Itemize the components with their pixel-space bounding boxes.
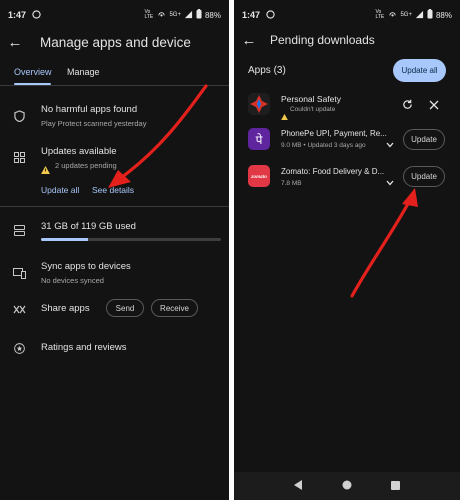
nav-recents-icon[interactable] xyxy=(391,477,401,495)
sync-row[interactable]: Sync apps to devices No devices synced xyxy=(0,258,229,288)
pending-downloads-screen: 1:47 Vo LTE 5G+ 88% ← Pending downloads … xyxy=(234,0,460,500)
play-protect-row[interactable]: No harmful apps found Play Protect scann… xyxy=(0,100,229,132)
storage-bar-fill xyxy=(41,238,88,241)
manage-apps-screen: 1:47 Vo LTE 5G+ 88% ← Manage apps and de… xyxy=(0,0,229,500)
app-bar: ← Pending downloads xyxy=(234,28,460,52)
page-title: Manage apps and device xyxy=(40,34,191,50)
back-arrow-icon[interactable]: ← xyxy=(234,32,264,49)
phonepe-logo-text: पे xyxy=(255,132,263,147)
retry-icon[interactable] xyxy=(402,97,413,115)
app-row-phonepe[interactable]: पे PhonePe UPI, Payment, Re... 9.0 MB • … xyxy=(234,125,460,153)
network-type: 5G+ xyxy=(400,12,412,18)
storage-icon xyxy=(12,223,26,237)
share-apps-icon xyxy=(12,302,26,316)
battery-percent: 88% xyxy=(204,10,221,20)
app-details: 7.8 MB xyxy=(281,180,302,187)
updates-row: Updates available 2 updates pending Upda… xyxy=(0,142,229,202)
phonepe-logo-icon: पे xyxy=(248,128,270,150)
battery-percent: 88% xyxy=(435,10,452,20)
ratings-title: Ratings and reviews xyxy=(41,342,127,353)
apps-section-header: Apps (3) xyxy=(248,65,286,76)
zomato-logo-text: zomato xyxy=(251,173,267,179)
storage-text: 31 GB of 119 GB used xyxy=(41,221,136,232)
volte-indicator: Vo LTE xyxy=(144,9,154,20)
system-nav-bar xyxy=(234,472,460,500)
shield-icon xyxy=(12,109,26,123)
app-name: Personal Safety xyxy=(281,94,342,104)
ratings-row[interactable]: Ratings and reviews xyxy=(0,338,229,358)
updates-pending-count: 2 updates pending xyxy=(55,161,117,170)
tab-divider xyxy=(0,85,229,86)
page-title: Pending downloads xyxy=(270,33,375,47)
battery-icon xyxy=(196,9,202,21)
expand-chevron-icon[interactable] xyxy=(386,173,394,191)
send-button[interactable]: Send xyxy=(106,299,144,317)
app-status: Couldn't update xyxy=(290,106,336,113)
update-all-button[interactable]: Update all xyxy=(393,59,446,82)
volte-indicator: Vo LTE xyxy=(375,9,385,20)
warning-icon xyxy=(41,161,50,179)
sync-title: Sync apps to devices xyxy=(41,261,131,272)
tab-bar: Overview Manage xyxy=(0,62,229,85)
status-bar: 1:47 Vo LTE 5G+ 88% xyxy=(0,0,229,30)
status-time: 1:47 xyxy=(8,10,27,20)
update-all-link[interactable]: Update all xyxy=(41,185,79,195)
whatsapp-icon xyxy=(32,9,41,21)
dismiss-close-icon[interactable] xyxy=(429,97,439,115)
tab-overview[interactable]: Overview xyxy=(14,67,52,77)
star-icon xyxy=(12,341,26,355)
section-divider xyxy=(0,206,229,207)
tab-manage[interactable]: Manage xyxy=(67,67,100,77)
app-row-personal-safety[interactable]: Personal Safety Couldn't update xyxy=(234,92,460,120)
share-row: Share apps Send Receive xyxy=(0,298,229,320)
status-time: 1:47 xyxy=(242,10,261,20)
nav-home-icon[interactable] xyxy=(342,477,352,495)
signal-icon xyxy=(184,10,193,21)
receive-button[interactable]: Receive xyxy=(151,299,198,317)
see-details-link[interactable]: See details xyxy=(92,185,134,195)
hotspot-icon xyxy=(388,10,397,21)
personal-safety-logo-icon xyxy=(248,93,270,115)
storage-bar xyxy=(41,238,221,241)
status-bar: 1:47 Vo LTE 5G+ 88% xyxy=(234,0,460,30)
protect-subtitle: Play Protect scanned yesterday xyxy=(41,119,147,128)
storage-row[interactable]: 31 GB of 119 GB used xyxy=(0,218,229,246)
nav-back-icon[interactable] xyxy=(293,477,303,495)
protect-title: No harmful apps found xyxy=(41,104,138,115)
warning-icon xyxy=(281,107,288,125)
network-type: 5G+ xyxy=(169,12,181,18)
signal-icon xyxy=(415,10,424,21)
app-details: 9.0 MB • Updated 3 days ago xyxy=(281,142,366,149)
whatsapp-icon xyxy=(266,9,275,21)
hotspot-icon xyxy=(157,10,166,21)
update-button[interactable]: Update xyxy=(403,129,445,150)
app-name: Zomato: Food Delivery & D... xyxy=(281,167,385,176)
update-button[interactable]: Update xyxy=(403,166,445,187)
battery-icon xyxy=(427,9,433,21)
sync-subtitle: No devices synced xyxy=(41,276,104,285)
updates-title: Updates available xyxy=(41,146,117,157)
zomato-logo-icon: zomato xyxy=(248,165,270,187)
back-arrow-icon[interactable]: ← xyxy=(0,34,30,51)
devices-icon xyxy=(12,266,26,280)
expand-chevron-icon[interactable] xyxy=(386,135,394,153)
app-row-zomato[interactable]: zomato Zomato: Food Delivery & D... 7.8 … xyxy=(234,162,460,190)
share-title: Share apps xyxy=(41,303,90,314)
app-name: PhonePe UPI, Payment, Re... xyxy=(281,129,387,138)
app-bar: ← Manage apps and device xyxy=(0,30,229,54)
apps-grid-icon xyxy=(12,150,26,164)
